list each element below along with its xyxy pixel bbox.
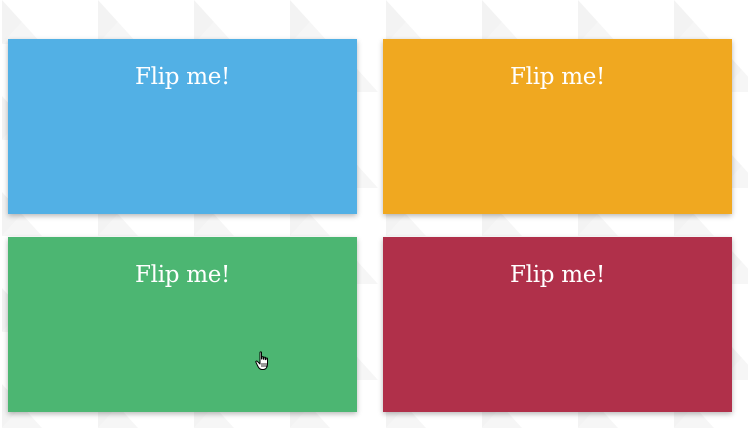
flip-card-label: Flip me! [135,262,230,288]
flip-card-red[interactable]: Flip me! [383,237,732,412]
flip-card-green[interactable]: Flip me! [8,237,357,412]
hand-pointer-icon [255,351,268,370]
flip-card-label: Flip me! [135,64,230,90]
flip-card-label: Flip me! [510,262,605,288]
flip-card-blue[interactable]: Flip me! [8,39,357,214]
flip-card-orange[interactable]: Flip me! [383,39,732,214]
flip-card-label: Flip me! [510,64,605,90]
